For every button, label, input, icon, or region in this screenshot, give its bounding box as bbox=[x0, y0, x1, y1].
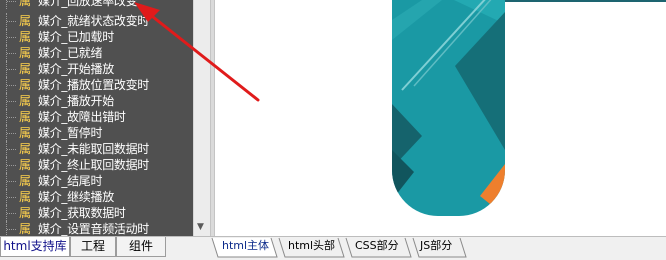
property-icon: 属 bbox=[19, 94, 32, 108]
scroll-down-arrow-icon[interactable]: ▼ bbox=[197, 222, 204, 232]
tree-item-label: 媒介_回放速率改变 bbox=[38, 0, 138, 8]
tree-connector bbox=[6, 157, 18, 173]
tree-item[interactable]: 属 媒介_播放开始 bbox=[0, 93, 193, 109]
tree-item-label: 媒介_获取数据时 bbox=[38, 206, 126, 220]
tree-connector bbox=[6, 173, 18, 189]
tree-connector bbox=[6, 141, 18, 157]
tree-item-label: 媒介_暂停时 bbox=[38, 126, 103, 140]
tab-components[interactable]: 组件 bbox=[116, 237, 166, 257]
tree-item[interactable]: 属 媒介_设置音频活动时 bbox=[0, 221, 193, 236]
tree-item-label: 媒介_已加载时 bbox=[38, 30, 114, 44]
tree-connector bbox=[6, 205, 18, 221]
tree-item[interactable]: 属 媒介_结尾时 bbox=[0, 173, 193, 189]
tree-item[interactable]: 属 媒介_已加载时 bbox=[0, 29, 193, 45]
tree-item[interactable]: 属 媒介_获取数据时 bbox=[0, 205, 193, 221]
property-icon: 属 bbox=[19, 222, 32, 236]
tree-item-label: 媒介_开始播放 bbox=[38, 62, 114, 76]
property-icon: 属 bbox=[19, 46, 32, 60]
tree-item-label: 媒介_播放开始 bbox=[38, 94, 114, 108]
tab-html-body[interactable]: html主体 bbox=[222, 237, 269, 257]
tree-connector bbox=[6, 61, 18, 77]
tree-connector bbox=[6, 77, 18, 93]
tree-item[interactable]: 属 媒介_就绪状态改变时 bbox=[0, 13, 193, 29]
tree-item-label: 媒介_终止取回数据时 bbox=[38, 158, 150, 172]
tab-js-part[interactable]: JS部分 bbox=[420, 237, 452, 257]
property-icon: 属 bbox=[19, 110, 32, 124]
library-tree: 属 媒介_回放速率改变 属 媒介_就绪状态改变时 属 媒介_已加载时 属 媒介_… bbox=[0, 0, 193, 236]
property-icon: 属 bbox=[19, 30, 32, 44]
tab-css-part[interactable]: CSS部分 bbox=[355, 237, 399, 257]
tree-item-label: 媒介_未能取回数据时 bbox=[38, 142, 150, 156]
tree-item[interactable]: 属 媒介_已就绪 bbox=[0, 45, 193, 61]
tree-connector bbox=[6, 125, 18, 141]
tree-item[interactable]: 属 媒介_故障出错时 bbox=[0, 109, 193, 125]
property-icon: 属 bbox=[19, 126, 32, 140]
tab-html-head[interactable]: html头部 bbox=[288, 237, 335, 257]
tree-connector bbox=[6, 29, 18, 45]
tree-connector bbox=[6, 221, 18, 236]
tab-html-library[interactable]: html支持库 bbox=[0, 237, 70, 257]
library-panel: 属 媒介_回放速率改变 属 媒介_就绪状态改变时 属 媒介_已加载时 属 媒介_… bbox=[0, 0, 210, 236]
tree-item[interactable]: 属 媒介_继续播放 bbox=[0, 189, 193, 205]
left-panel-tabs: html支持库 工程 组件 bbox=[0, 236, 210, 260]
tree-item-label: 媒介_设置音频活动时 bbox=[38, 222, 150, 236]
tree-connector bbox=[6, 0, 18, 9]
property-icon: 属 bbox=[19, 62, 32, 76]
tree-item[interactable]: 属 媒介_暂停时 bbox=[0, 125, 193, 141]
design-canvas[interactable] bbox=[215, 0, 666, 236]
device-graphic bbox=[392, 0, 505, 216]
tab-project[interactable]: 工程 bbox=[70, 237, 116, 257]
property-icon: 属 bbox=[19, 174, 32, 188]
tree-item[interactable]: 属 媒介_播放位置改变时 bbox=[0, 77, 193, 93]
tree-item-label: 媒介_故障出错时 bbox=[38, 110, 126, 124]
tree-item[interactable]: 属 媒介_开始播放 bbox=[0, 61, 193, 77]
tree-item-label: 媒介_已就绪 bbox=[38, 46, 103, 60]
property-icon: 属 bbox=[19, 78, 32, 92]
tree-item[interactable]: 属 媒介_未能取回数据时 bbox=[0, 141, 193, 157]
tree-item[interactable]: 属 媒介_终止取回数据时 bbox=[0, 157, 193, 173]
tree-connector bbox=[6, 93, 18, 109]
editor-tabs: html主体 html头部 CSS部分 JS部分 bbox=[210, 236, 666, 260]
property-icon: 属 bbox=[19, 0, 32, 8]
tree-scrollbar[interactable]: ▼ bbox=[193, 0, 210, 236]
property-icon: 属 bbox=[19, 142, 32, 156]
property-icon: 属 bbox=[19, 158, 32, 172]
tree-item-label: 媒介_结尾时 bbox=[38, 174, 103, 188]
tree-connector bbox=[6, 109, 18, 125]
tree-item-label: 媒介_继续播放 bbox=[38, 190, 114, 204]
property-icon: 属 bbox=[19, 206, 32, 220]
top-accent-line bbox=[505, 0, 666, 2]
property-icon: 属 bbox=[19, 14, 32, 28]
tree-connector bbox=[6, 189, 18, 205]
property-icon: 属 bbox=[19, 190, 32, 204]
tree-connector bbox=[6, 13, 18, 29]
tree-connector bbox=[6, 45, 18, 61]
tree-item[interactable]: 属 媒介_回放速率改变 bbox=[0, 0, 193, 9]
tree-item-label: 媒介_就绪状态改变时 bbox=[38, 14, 150, 28]
tree-item-label: 媒介_播放位置改变时 bbox=[38, 78, 150, 92]
